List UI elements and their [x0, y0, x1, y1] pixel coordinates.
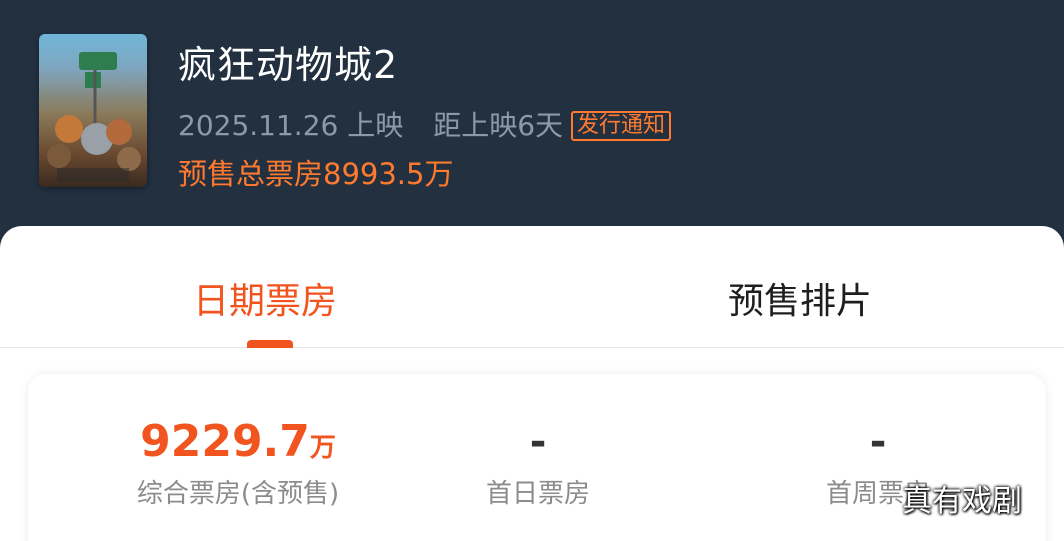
release-info-row: 2025.11.26 上映 距上映6天 发行通知 [178, 106, 672, 146]
first-week-value: - [869, 419, 887, 465]
stat-value: - [708, 416, 1048, 468]
presale-total: 预售总票房8993.5万 [178, 157, 454, 191]
box-office-stats-card: 9229.7万 综合票房(含预售) - 首日票房 - 首周票房 [28, 374, 1046, 541]
total-box-office-unit: 万 [309, 433, 336, 463]
movie-header: 疯狂动物城2 2025.11.26 上映 距上映6天 发行通知 预售总票房899… [0, 0, 1064, 240]
total-box-office-label: 综合票房(含预售) [136, 479, 340, 509]
movie-title: 疯狂动物城2 [178, 43, 399, 87]
poster-image [47, 52, 141, 182]
movie-poster[interactable] [39, 34, 147, 187]
release-notice-badge[interactable]: 发行通知 [571, 111, 672, 141]
release-date: 2025.11.26 上映 [178, 109, 404, 142]
release-countdown: 距上映6天 [433, 109, 564, 142]
stat-value: - [368, 416, 708, 468]
first-day-label: 首日票房 [485, 479, 590, 509]
first-day-value: - [529, 419, 547, 465]
total-box-office-value: 9229.7 [140, 416, 310, 467]
tab-presale-schedule[interactable]: 预售排片 [728, 276, 872, 328]
stat-value: 9229.7万 [68, 416, 408, 468]
active-tab-indicator [247, 340, 293, 348]
tab-date-box-office[interactable]: 日期票房 [193, 276, 337, 328]
watermark: 真有戏剧 [902, 484, 1022, 519]
tab-bar: 日期票房 预售排片 [0, 226, 1064, 348]
